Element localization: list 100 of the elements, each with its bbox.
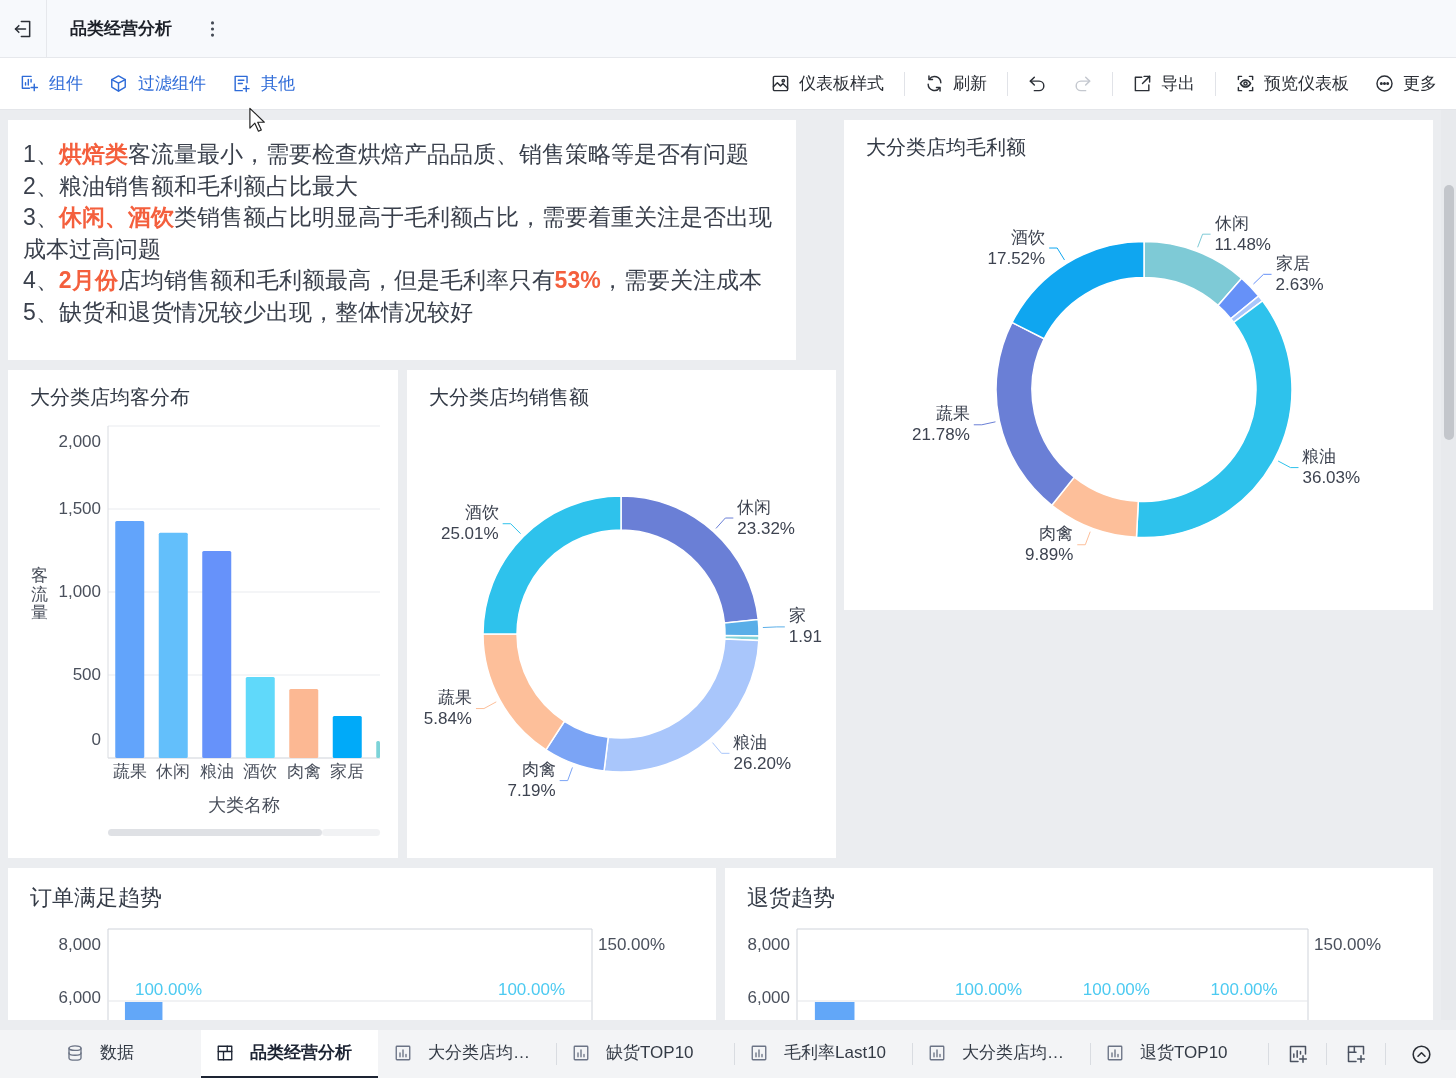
axis-title: 大类名称 [208,795,280,815]
scrollbar-thumb[interactable] [1443,185,1454,440]
toolbar-button[interactable]: 过滤组件 [109,70,206,97]
category-label: 蔬果 [112,761,147,781]
insight-text: 2、粮油销售额和毛利额占比最大 [23,171,358,201]
axis-label: 2,000 [58,431,101,451]
percent-label: 1.91 [788,627,822,647]
percent-label: 26.20% [733,753,792,773]
category-label: 蔬果 [935,404,970,424]
leader-line [762,626,786,629]
leader-line [559,766,573,782]
axis-label: 6,000 [58,987,101,1007]
leader-line [973,421,996,426]
leader-line [1252,273,1273,285]
category-label: 蔬果 [437,688,472,708]
bar-chart-icon [572,1044,590,1062]
dashboard-title: 品类经营分析 [70,17,172,40]
axis-label: 1,500 [58,498,101,518]
leader-line [715,517,734,529]
cube-icon [109,74,128,93]
data-label: 100.00% [1210,979,1278,999]
category-label: 休闲 [737,497,772,517]
data-label: 100.00% [1082,979,1150,999]
category-label: 酒饮 [243,761,278,781]
image-frame-icon [771,74,790,93]
category-label: 休闲 [1214,213,1249,233]
axis-label: 0 [91,729,101,749]
leader-line [502,523,522,535]
category-label: 休闲 [156,761,191,781]
category-label: 粮油 [733,732,768,752]
leader-line [711,742,730,754]
document-add-icon [232,74,251,93]
percent-label: 36.03% [1302,468,1361,488]
chevron-up-icon[interactable] [1410,1043,1432,1065]
sheet-tab[interactable]: 退货TOP10 [1091,1030,1268,1078]
category-label: 肉禽 [286,761,321,781]
axis-label: 500 [72,664,101,684]
leader-line [1076,531,1091,546]
category-label: 家 [788,606,806,626]
sheet-tab[interactable]: 数据 [0,1030,200,1078]
chart-title: 订单满足趋势 [30,884,162,912]
undo-icon[interactable] [1028,74,1047,93]
toolbar-button[interactable]: 更多 [1375,70,1437,97]
toolbar-button[interactable]: 其他 [232,70,295,97]
sheet-tab[interactable]: 大分类店均… [379,1030,556,1078]
percent-label: 2.63% [1275,274,1324,294]
bar-chart-icon [750,1044,768,1062]
data-label: 100.00% [497,979,566,999]
leader-line [475,701,497,710]
insight-text: 5、缺货和退货情况较少出现，整体情况较好 [23,297,473,327]
toolbar-button[interactable]: 组件 [20,70,83,97]
chart-title: 大分类店均毛利额 [866,135,1026,160]
leader-line [1197,233,1212,248]
insight-text: 4、2月份店均销售额和毛利额最高，但是毛利率只有53%，需要关注成本 [23,266,762,295]
export-icon [1133,74,1152,93]
bar-chart-icon [1106,1044,1124,1062]
axis-label: 150.00% [598,934,666,954]
bar [814,1002,855,1020]
percent-label: 7.19% [507,781,556,801]
insight-text: 1、烘焙类客流量最小，需要检查烘焙产品品质、销售策略等是否有问题 [23,140,749,169]
eye-icon [1236,74,1255,93]
toolbar-button[interactable]: 预览仪表板 [1236,70,1349,97]
percent-label: 9.89% [1025,545,1074,565]
data-label: 100.00% [134,979,203,999]
leader-line [1048,247,1065,261]
bar-chart-icon [394,1044,412,1062]
axis-label: 150.00% [1314,934,1382,954]
percent-label: 17.52% [987,248,1046,268]
toolbar-button[interactable]: 导出 [1133,70,1195,97]
category-label: 酒饮 [1011,227,1046,247]
axis-label: 1,000 [58,581,101,601]
sheet-tab[interactable]: 毛利率Last10 [735,1030,912,1078]
sheet-tab[interactable]: 大分类店均… [913,1030,1090,1078]
percent-label: 25.01% [441,524,499,544]
percent-label: 23.32% [737,518,795,538]
axis-label: 6,000 [747,987,790,1007]
toolbar-button[interactable]: 仪表板样式 [771,70,884,97]
leader-line [1277,460,1299,469]
percent-label: 11.48% [1214,234,1271,254]
toolbar-button[interactable]: 刷新 [925,70,987,97]
sheet-tab[interactable]: 缺货TOP10 [557,1030,734,1078]
category-label: 酒饮 [464,503,499,523]
category-label: 肉禽 [521,760,556,780]
category-label: 肉禽 [1039,524,1074,544]
scroll-thumb[interactable] [108,829,322,836]
sheet-tab[interactable]: 品类经营分析 [201,1030,378,1078]
more-icon [1375,74,1394,93]
chart-title: 大分类店均销售额 [429,385,589,410]
category-label: 粮油 [199,761,234,781]
layout-add-icon[interactable] [1346,1044,1366,1064]
axis-label: 8,000 [747,934,790,954]
layout-icon [216,1044,234,1062]
chart-add-icon [20,74,39,93]
axis-label: 8,000 [58,934,101,954]
bar-chart-icon [928,1044,946,1062]
chart-add-icon[interactable] [1287,1044,1308,1064]
exit-icon[interactable] [13,18,33,39]
kebab-menu-icon[interactable] [210,20,215,37]
chart-title: 退货趋势 [747,884,835,912]
bar [124,1002,163,1020]
